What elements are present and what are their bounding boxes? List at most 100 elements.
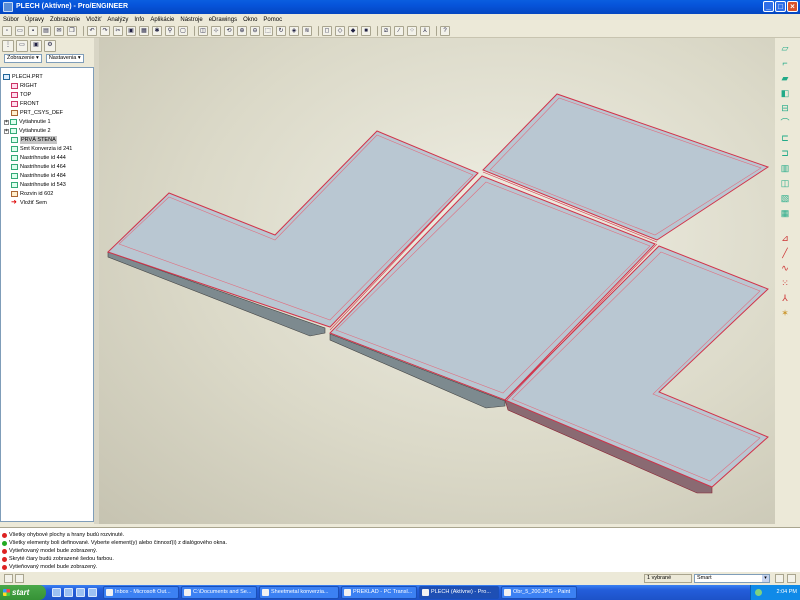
quicklaunch-app-icon[interactable] — [88, 588, 97, 597]
tree-item-front[interactable]: FRONT — [11, 100, 39, 108]
email-icon[interactable]: ✉ — [54, 26, 64, 36]
datum-axes-display-icon[interactable]: ∕ — [394, 26, 404, 36]
form-icon[interactable]: ◫ — [779, 177, 791, 189]
menu-window[interactable]: Okno — [243, 17, 257, 23]
tree-item-rip-444[interactable]: Nastrihnutie id 444 — [11, 154, 66, 162]
menu-insert[interactable]: Vložiť — [86, 17, 101, 23]
tree-item-top[interactable]: TOP — [11, 91, 31, 99]
saved-views-icon[interactable]: ◈ — [289, 26, 299, 36]
taskbar-item-document[interactable]: Sheetmetal konverzia... — [259, 586, 339, 599]
cut-icon[interactable]: ✂ — [113, 26, 123, 36]
connections-tab-icon[interactable]: ⚙ — [44, 40, 56, 52]
expand-icon[interactable]: + — [4, 119, 9, 125]
menu-file[interactable]: Súbor — [3, 17, 19, 23]
refit-icon[interactable]: ⬚ — [263, 26, 273, 36]
datum-plane-tool-icon[interactable]: ⊿ — [779, 232, 791, 244]
zoom-in-icon[interactable]: ⊕ — [237, 26, 247, 36]
menu-view[interactable]: Zobrazenie — [50, 17, 80, 23]
regenerate-icon[interactable]: ✱ — [152, 26, 162, 36]
start-button[interactable]: start — [0, 585, 46, 600]
tree-item-rip-464[interactable]: Nastrihnutie id 464 — [11, 163, 66, 171]
quicklaunch-outlook-icon[interactable] — [52, 588, 61, 597]
graphics-viewport[interactable] — [99, 38, 775, 524]
extrude-wall-icon[interactable]: ◧ — [779, 87, 791, 99]
taskbar-item-paint[interactable]: Obr_5_200.JPG - Paint — [501, 586, 577, 599]
copy-icon[interactable]: ❐ — [67, 26, 77, 36]
new-file-icon[interactable]: ▫ — [2, 26, 12, 36]
tree-item-extrude-2[interactable]: + Vytiahnutie 2 — [4, 127, 51, 135]
menu-help[interactable]: Pomoc — [263, 17, 282, 23]
menu-analysis[interactable]: Analýzy — [107, 17, 128, 23]
maximize-button[interactable]: □ — [775, 1, 786, 12]
csys-display-icon[interactable]: ⅄ — [420, 26, 430, 36]
taskbar-item-translator[interactable]: PREKLAD - PC Transl... — [341, 586, 417, 599]
spin-center-icon[interactable]: ⊹ — [211, 26, 221, 36]
close-button[interactable]: × — [787, 1, 798, 12]
status-toggle-icon[interactable] — [775, 574, 784, 583]
find-icon[interactable]: ⚲ — [165, 26, 175, 36]
bend-icon[interactable]: ⌒ — [779, 117, 791, 129]
hidden-line-icon[interactable]: ◇ — [335, 26, 345, 36]
sheetmetal-flat-pattern[interactable] — [99, 38, 775, 524]
orient-mode-icon[interactable]: ⟲ — [224, 26, 234, 36]
quicklaunch-desktop-icon[interactable] — [76, 588, 85, 597]
bend-back-icon[interactable]: ⊐ — [779, 147, 791, 159]
unbend-tool-icon[interactable]: ⊏ — [779, 132, 791, 144]
tree-item-unbend[interactable]: Rozvin id 602 — [11, 190, 53, 198]
model-tree-tab-icon[interactable]: ⋮ — [2, 40, 14, 52]
tree-item-part[interactable]: PLECH.PRT — [3, 73, 43, 81]
undo-icon[interactable]: ↶ — [87, 26, 97, 36]
zoom-out-icon[interactable]: ⊖ — [250, 26, 260, 36]
save-icon[interactable]: ▪ — [28, 26, 38, 36]
print-icon[interactable]: ▤ — [41, 26, 51, 36]
minimize-button[interactable]: _ — [763, 1, 774, 12]
context-help-icon[interactable]: ? — [440, 26, 450, 36]
tree-item-rip-484[interactable]: Nastrihnutie id 484 — [11, 172, 66, 180]
datum-points-display-icon[interactable]: ⁘ — [407, 26, 417, 36]
paste-icon[interactable]: ▣ — [126, 26, 136, 36]
menu-info[interactable]: Info — [134, 17, 144, 23]
tray-network-icon[interactable] — [755, 589, 762, 596]
csys-tool-icon[interactable]: ⅄ — [779, 292, 791, 304]
menu-edit[interactable]: Úpravy — [25, 17, 44, 23]
selection-filter-dropdown[interactable]: Smart ▾ — [694, 574, 770, 583]
taskbar-item-explorer[interactable]: C:\Documents and Se... — [181, 586, 257, 599]
tree-item-first-wall[interactable]: PRVÁ STENA — [11, 136, 57, 144]
taskbar-item-outlook[interactable]: Inbox - Microsoft Out... — [103, 586, 179, 599]
tree-item-insert-here[interactable]: ➜ Vložiť Sem — [11, 199, 47, 207]
settings-dropdown[interactable]: Nastavenia ▾ — [45, 54, 84, 63]
tree-item-right[interactable]: RIGHT — [11, 82, 37, 90]
flat-wall-icon[interactable]: ▱ — [779, 42, 791, 54]
redo-icon[interactable]: ↷ — [100, 26, 110, 36]
layers-icon[interactable]: ≋ — [302, 26, 312, 36]
expand-icon[interactable]: + — [4, 128, 9, 134]
folder-browser-tab-icon[interactable]: ▭ — [16, 40, 28, 52]
sheetmetal-cut-icon[interactable]: ⊟ — [779, 102, 791, 114]
shading-icon[interactable]: ■ — [361, 26, 371, 36]
menu-edrawings[interactable]: eDrawings — [209, 17, 237, 23]
no-hidden-icon[interactable]: ◆ — [348, 26, 358, 36]
select-box-icon[interactable]: ▢ — [178, 26, 188, 36]
analysis-tool-icon[interactable]: ✶ — [779, 307, 791, 319]
taskbar-item-proengineer[interactable]: PLECH (Aktívne) - Pro... — [419, 586, 499, 599]
datum-axis-tool-icon[interactable]: ╱ — [779, 247, 791, 259]
tree-item-csys[interactable]: PRT_CSYS_DEF — [11, 109, 63, 117]
quicklaunch-browser-icon[interactable] — [64, 588, 73, 597]
status-toggle-icon[interactable] — [787, 574, 796, 583]
open-file-icon[interactable]: ▭ — [15, 26, 25, 36]
reorient-icon[interactable]: ↻ — [276, 26, 286, 36]
tree-item-conversion[interactable]: Smt Konverzia id 241 — [11, 145, 72, 153]
paste-special-icon[interactable]: ▦ — [139, 26, 149, 36]
repaint-icon[interactable]: ◫ — [198, 26, 208, 36]
unattached-wall-icon[interactable]: ▰ — [779, 72, 791, 84]
datum-planes-display-icon[interactable]: ⧄ — [381, 26, 391, 36]
tree-item-extrude-1[interactable]: + Vytiahnutie 1 — [4, 118, 51, 126]
view-dropdown[interactable]: Zobrazenie ▾ — [4, 54, 42, 63]
wireframe-icon[interactable]: ◻ — [322, 26, 332, 36]
tree-item-rip-543[interactable]: Nastrihnutie id 543 — [11, 181, 66, 189]
flange-wall-icon[interactable]: ⌐ — [779, 57, 791, 69]
conversion-tool-icon[interactable]: ▦ — [779, 207, 791, 219]
menu-tools[interactable]: Nástroje — [180, 17, 202, 23]
punch-icon[interactable]: ▥ — [779, 162, 791, 174]
datum-point-tool-icon[interactable]: ⁙ — [779, 277, 791, 289]
